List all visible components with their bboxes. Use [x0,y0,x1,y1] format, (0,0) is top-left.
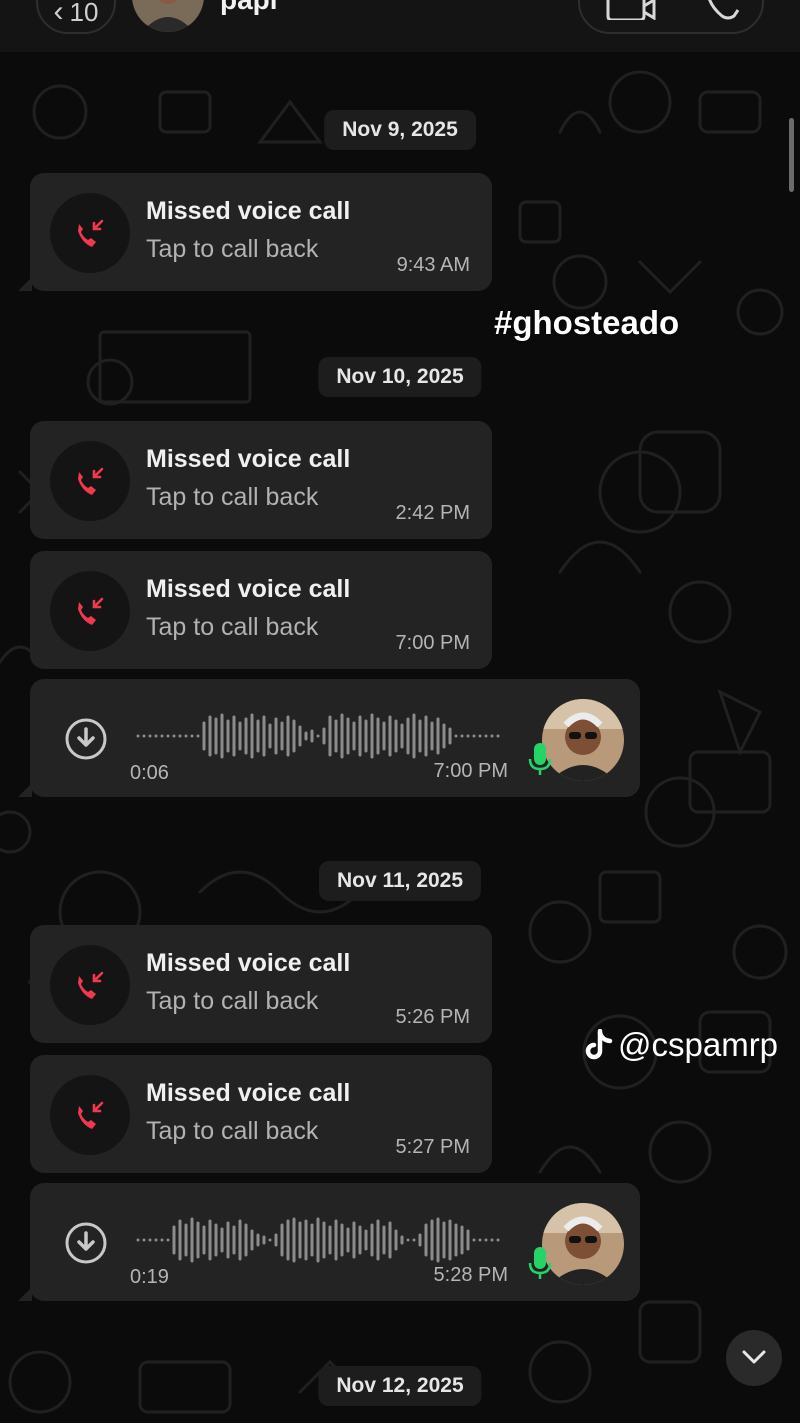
missed-call-message[interactable]: Missed voice call Tap to call back 7:00 … [30,551,492,669]
contact-avatar[interactable] [132,0,204,32]
microphone-icon [528,1247,552,1279]
voice-waveform[interactable] [134,711,504,761]
voice-waveform[interactable] [134,1215,504,1265]
message-time: 7:00 PM [395,632,470,654]
missed-call-title: Missed voice call [146,949,351,977]
missed-call-title: Missed voice call [146,1079,351,1107]
missed-call-subtitle: Tap to call back [146,483,319,511]
missed-call-icon [78,467,104,495]
unread-count: 10 [69,0,99,27]
missed-call-icon-wrap [50,945,130,1025]
missed-call-icon-wrap [50,441,130,521]
back-button[interactable]: ‹ 10 [36,0,116,34]
video-call-icon[interactable] [606,0,656,20]
missed-call-icon-wrap [50,1075,130,1155]
voice-call-icon[interactable] [704,0,744,20]
missed-call-message[interactable]: Missed voice call Tap to call back 5:27 … [30,1055,492,1173]
missed-call-subtitle: Tap to call back [146,613,319,641]
date-separator: Nov 10, 2025 [318,357,482,397]
date-separator: Nov 12, 2025 [318,1366,482,1406]
message-time: 5:28 PM [433,1264,508,1286]
watermark-handle: @cspamrp [618,1026,779,1063]
contact-name[interactable]: papi [220,0,278,14]
hashtag-overlay: #ghosteado [494,304,680,341]
voice-duration: 0:19 [130,1266,169,1288]
chevron-down-icon [742,1350,766,1364]
sender-avatar [542,699,624,781]
tiktok-icon [585,1029,613,1060]
missed-call-subtitle: Tap to call back [146,235,319,263]
tiktok-watermark: @cspamrp [584,1026,778,1064]
missed-call-icon [78,971,104,999]
message-time: 7:00 PM [433,760,508,782]
voice-note-message[interactable]: 0:06 7:00 PM [18,679,640,797]
sender-avatar [542,1203,624,1285]
chat-header: ‹ 10 papi [0,0,800,52]
scroll-to-bottom-button[interactable] [726,1330,782,1386]
message-time: 5:26 PM [395,1006,470,1028]
date-separator: Nov 11, 2025 [318,861,482,901]
message-time: 2:42 PM [395,502,470,524]
call-buttons [578,0,764,34]
missed-call-icon [78,1101,104,1129]
missed-call-message[interactable]: Missed voice call Tap to call back 5:26 … [30,925,492,1043]
missed-call-title: Missed voice call [146,575,351,603]
scrollbar[interactable] [789,118,794,192]
date-separator: Nov 9, 2025 [324,110,476,150]
missed-call-title: Missed voice call [146,445,351,473]
missed-call-title: Missed voice call [146,197,351,225]
missed-call-icon-wrap [50,571,130,651]
missed-call-icon-wrap [50,193,130,273]
missed-call-message[interactable]: Missed voice call Tap to call back 9:43 … [18,173,492,291]
missed-call-subtitle: Tap to call back [146,987,319,1015]
missed-call-icon [78,219,104,247]
voice-note-message[interactable]: 0:19 5:28 PM [18,1183,640,1301]
voice-duration: 0:06 [130,762,169,784]
missed-call-subtitle: Tap to call back [146,1117,319,1145]
chevron-left-icon: ‹ [53,0,64,28]
download-icon[interactable] [64,717,108,761]
missed-call-icon [78,597,104,625]
microphone-icon [528,743,552,775]
message-time: 9:43 AM [396,254,470,276]
missed-call-message[interactable]: Missed voice call Tap to call back 2:42 … [30,421,492,539]
message-time: 5:27 PM [395,1136,470,1158]
download-icon[interactable] [64,1221,108,1265]
